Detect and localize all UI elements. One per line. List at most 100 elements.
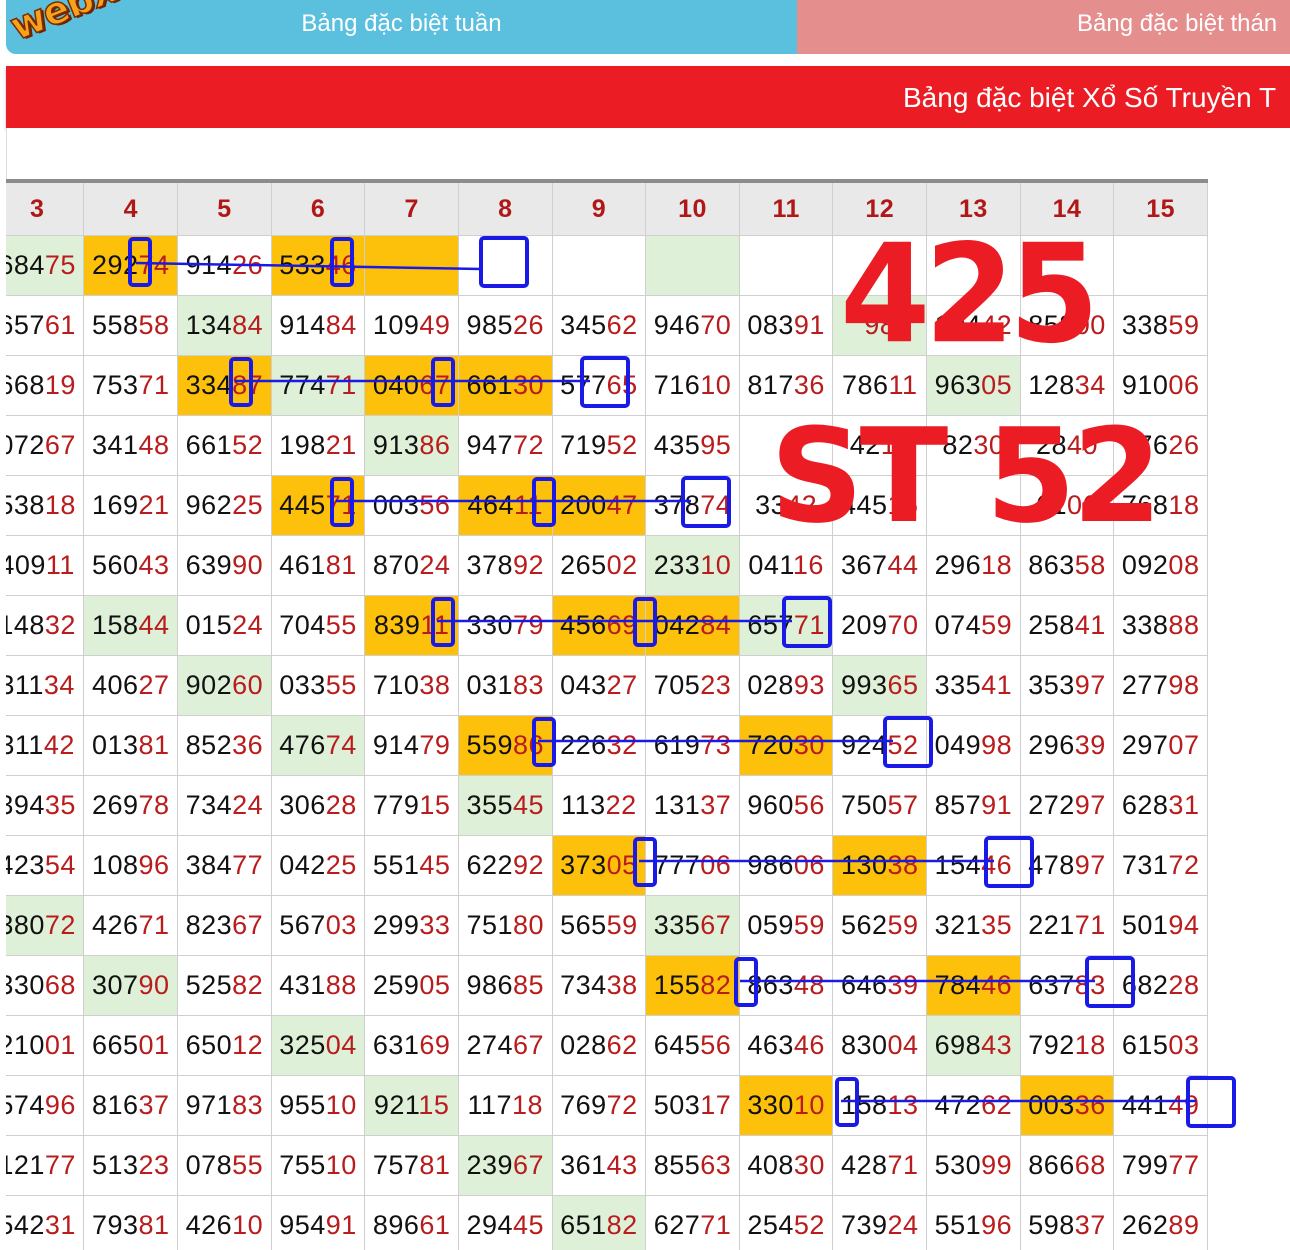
cell-suffix: 88 xyxy=(325,970,357,1000)
tab-monthly-special[interactable]: Bảng đặc biệt thán xyxy=(797,0,1290,54)
table-cell: 36143 xyxy=(551,1135,647,1196)
cell-suffix: 67 xyxy=(700,910,732,940)
cell-suffix: 72 xyxy=(606,1090,638,1120)
cell-suffix: 10 xyxy=(793,1090,825,1120)
table-cell: 33487 xyxy=(177,355,272,416)
cell-suffix: 26 xyxy=(1168,430,1200,460)
cell-suffix: 74 xyxy=(138,250,170,280)
table-cell: 55986 xyxy=(457,715,553,776)
table-cell xyxy=(551,235,647,296)
table-cell: 98606 xyxy=(738,835,834,896)
cell-suffix: 01 xyxy=(44,1030,76,1060)
table-cell: 75371 xyxy=(83,355,179,416)
tab-bar: Bảng đặc biệt tuần Bảng đặc biệt thán xyxy=(6,0,1290,54)
table-cell: 79977 xyxy=(1113,1135,1208,1196)
cell-suffix: 24 xyxy=(232,790,264,820)
cell-suffix: 24 xyxy=(232,610,264,640)
header-cell: 9 xyxy=(551,179,647,236)
page-title-banner: Bảng đặc biệt Xổ Số Truyền T xyxy=(6,66,1290,128)
cell-prefix: 704 xyxy=(279,610,326,640)
table-cell: 55858 xyxy=(83,295,179,356)
table-row: 3113440627902600335571038031830432770523… xyxy=(6,655,1208,716)
table-cell: 07459 xyxy=(926,595,1021,656)
table-cell: 50194 xyxy=(1113,895,1208,956)
cell-suffix: 46 xyxy=(325,250,357,280)
cell-prefix: 799 xyxy=(1121,1150,1169,1180)
cell-suffix: 79 xyxy=(419,730,451,760)
table-cell: 99365 xyxy=(832,655,928,716)
table-cell: 32135 xyxy=(926,895,1021,956)
cell-suffix: 06 xyxy=(700,850,732,880)
cell-prefix: 910 xyxy=(1121,370,1169,400)
cell-suffix: 48 xyxy=(138,430,170,460)
cell-prefix: 028 xyxy=(560,1030,607,1060)
table-cell: 56043 xyxy=(83,535,179,596)
cell-suffix: 10 xyxy=(325,1150,357,1180)
table-cell: 52582 xyxy=(177,955,272,1016)
table-cell: 56703 xyxy=(270,895,366,956)
tab-weekly-special[interactable]: Bảng đặc biệt tuần xyxy=(6,0,797,54)
cell-prefix: 367 xyxy=(840,550,888,580)
cell-suffix: 36 xyxy=(1074,1090,1106,1120)
cell-suffix: 67 xyxy=(513,1030,545,1060)
cell-suffix: 05 xyxy=(606,850,638,880)
cell-suffix: 24 xyxy=(887,1210,919,1240)
cell-prefix: 719 xyxy=(560,430,607,460)
cell-prefix: 321 xyxy=(934,910,982,940)
cell-prefix: 148 xyxy=(6,610,45,640)
cell-prefix: 558 xyxy=(91,310,139,340)
table-row: 1483215844015247045583911330794566904284… xyxy=(6,595,1208,656)
cell-prefix: 456 xyxy=(560,610,607,640)
cell-prefix: 154 xyxy=(934,850,982,880)
table-cell: 61503 xyxy=(1113,1015,1208,1076)
cell-prefix: 059 xyxy=(747,910,794,940)
cell-prefix: 615 xyxy=(1121,1030,1169,1060)
table-cell: 75180 xyxy=(457,895,553,956)
cell-suffix: 67 xyxy=(513,1150,545,1180)
cell-prefix: 914 xyxy=(372,730,420,760)
cell-prefix: 128 xyxy=(1028,370,1075,400)
cell-prefix: 682 xyxy=(1121,970,1169,1000)
table-cell: 64556 xyxy=(645,1015,740,1076)
table-cell: 70523 xyxy=(645,655,740,716)
table-cell: 04067 xyxy=(364,355,459,416)
table-cell: 57496 xyxy=(6,1075,85,1136)
cell-suffix: 23 xyxy=(700,670,732,700)
cell-prefix: 072 xyxy=(6,430,45,460)
table-cell: 79381 xyxy=(83,1195,179,1250)
header-cell: 7 xyxy=(364,179,459,236)
cell-prefix: 525 xyxy=(185,970,233,1000)
table-cell: 22171 xyxy=(1019,895,1115,956)
cell-suffix: 61 xyxy=(419,1210,451,1240)
cell-prefix: 013 xyxy=(91,730,139,760)
cell-suffix: 18 xyxy=(1074,1030,1106,1060)
table-cell: 47262 xyxy=(926,1075,1021,1136)
table-cell: 23310 xyxy=(645,535,740,596)
cell-suffix: 37 xyxy=(138,1090,170,1120)
table-row: 3114201381852364767491479559862263261973… xyxy=(6,715,1208,776)
cell-suffix: 28 xyxy=(325,790,357,820)
cell-prefix: 221 xyxy=(1028,910,1075,940)
cell-prefix: 158 xyxy=(91,610,139,640)
cell-prefix: 296 xyxy=(934,550,982,580)
cell-prefix: 757 xyxy=(372,1150,420,1180)
cell-suffix: 49 xyxy=(1168,1090,1200,1120)
table-cell: 01524 xyxy=(177,595,272,656)
cell-prefix: 033 xyxy=(279,670,326,700)
cell-suffix: 52 xyxy=(793,1210,825,1240)
table-cell: 53346 xyxy=(270,235,366,296)
cell-prefix: 661 xyxy=(185,430,233,460)
cell-prefix: 461 xyxy=(279,550,326,580)
cell-prefix: 311 xyxy=(6,730,44,760)
cell-suffix: 03 xyxy=(325,910,357,940)
table-cell: 87024 xyxy=(364,535,459,596)
cell-suffix: 59 xyxy=(1168,310,1200,340)
cell-prefix: 639 xyxy=(185,550,233,580)
cell-suffix: 04 xyxy=(887,1030,919,1060)
cell-suffix: 87 xyxy=(232,370,264,400)
table-cell: 47897 xyxy=(1019,835,1115,896)
cell-prefix: 628 xyxy=(1121,790,1169,820)
cell-suffix: 84 xyxy=(232,310,264,340)
table-cell: 33888 xyxy=(1113,595,1208,656)
cell-prefix: 665 xyxy=(91,1030,139,1060)
